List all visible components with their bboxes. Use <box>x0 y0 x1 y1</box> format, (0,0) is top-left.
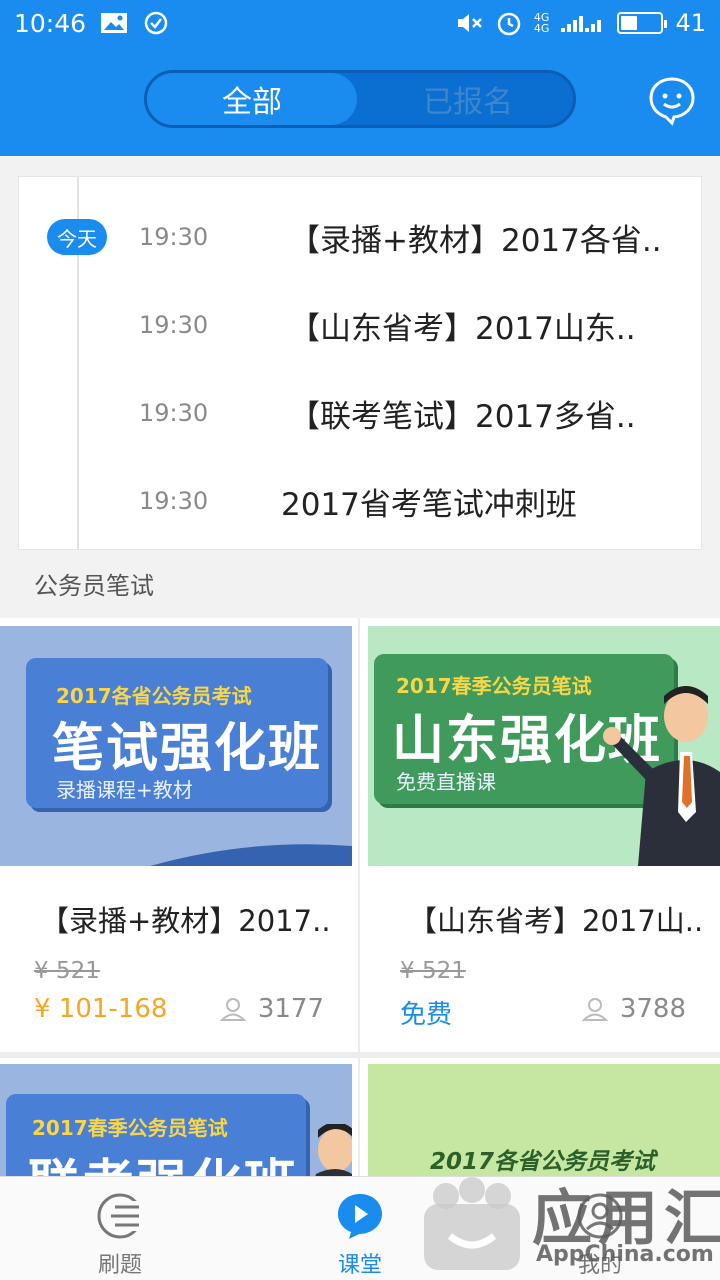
course-title: 【山东省考】2017山.. <box>408 904 704 938</box>
course-grid: 2017各省公务员考试 笔试强化班 录播课程+教材 【录播+教材】2017.. … <box>0 618 720 1198</box>
teacher-illustration <box>603 686 720 866</box>
schedule-item[interactable]: 19:30 2017省考笔试冲刺班 <box>19 471 701 531</box>
app-header: 全部 已报名 <box>0 46 720 156</box>
segmented-control: 全部 已报名 <box>144 70 576 128</box>
nav-classroom[interactable]: 课堂 <box>280 1177 440 1280</box>
enroll-count: 3177 <box>219 994 324 1024</box>
schedule-item[interactable]: 19:30 【山东省考】2017山东.. <box>19 295 701 355</box>
chat-icon[interactable] <box>646 74 698 126</box>
course-price: 免费 <box>400 1000 453 1030</box>
live-schedule-card: 今天 19:30 【录播+教材】2017各省.. 19:30 【山东省考】201… <box>18 176 702 550</box>
bottom-navigation: 刷题 课堂 我的 <box>0 1176 720 1280</box>
user-icon <box>219 998 246 1021</box>
check-notification-icon <box>144 11 168 35</box>
course-banner: 2017春季公务员笔试 山东强化班 免费直播课 <box>368 626 720 866</box>
schedule-time: 19:30 <box>139 487 209 515</box>
course-banner: 2017各省公务员考试 笔试强化班 录播课程+教材 <box>0 626 352 866</box>
tab-enrolled[interactable]: 已报名 <box>363 73 573 125</box>
course-card[interactable]: 2017各省公务员考试 笔试强化班 录播课程+教材 【录播+教材】2017.. … <box>0 618 358 1052</box>
original-price: ¥ 521 <box>34 958 100 984</box>
course-card[interactable]: 2017春季公务员笔试 山东强化班 免费直播课 【山东省考】2017山.. ¥ … <box>360 618 720 1052</box>
status-time: 10:46 <box>14 8 87 38</box>
original-price: ¥ 521 <box>400 958 466 984</box>
banner-board: 2017各省公务员考试 笔试强化班 录播课程+教材 <box>26 658 328 808</box>
section-title: 公务员笔试 <box>34 572 154 600</box>
schedule-time: 19:30 <box>139 311 209 339</box>
schedule-item[interactable]: 19:30 【联考笔试】2017多省.. <box>19 383 701 443</box>
schedule-item[interactable]: 19:30 【录播+教材】2017各省.. <box>19 207 701 267</box>
network-indicator: 4G 4G <box>533 11 550 35</box>
alarm-icon <box>497 12 521 36</box>
play-chat-icon <box>338 1194 382 1239</box>
schedule-title: 2017省考笔试冲刺班 <box>281 486 577 523</box>
status-bar: 10:46 4G 4G 41 <box>0 0 720 46</box>
nav-profile[interactable]: 我的 <box>520 1177 680 1280</box>
banner-heading: 2017各省公务员考试 <box>430 1149 656 1175</box>
image-notification-icon <box>101 13 128 33</box>
nav-practice[interactable]: 刷题 <box>40 1177 200 1280</box>
schedule-time: 19:30 <box>139 223 209 251</box>
signal-icon <box>561 16 602 32</box>
battery-icon <box>617 12 668 34</box>
course-price: ¥ 101-168 <box>34 994 168 1024</box>
list-icon <box>97 1193 145 1239</box>
course-banner: 2017各省公务员考试 <box>368 1064 720 1194</box>
schedule-title: 【山东省考】2017山东.. <box>289 310 636 347</box>
schedule-title: 【联考笔试】2017多省.. <box>289 398 636 435</box>
tab-all[interactable]: 全部 <box>147 73 357 125</box>
schedule-time: 19:30 <box>139 399 209 427</box>
user-icon <box>581 998 608 1021</box>
battery-level: 41 <box>675 9 706 37</box>
enroll-count: 3788 <box>581 994 686 1024</box>
schedule-title: 【录播+教材】2017各省.. <box>289 222 662 259</box>
mute-icon <box>457 14 482 32</box>
banner-wave <box>150 844 352 866</box>
course-title: 【录播+教材】2017.. <box>40 904 331 938</box>
course-banner: 2017春季公务员笔试 联考强化班 <box>0 1064 352 1194</box>
profile-icon <box>577 1193 623 1239</box>
